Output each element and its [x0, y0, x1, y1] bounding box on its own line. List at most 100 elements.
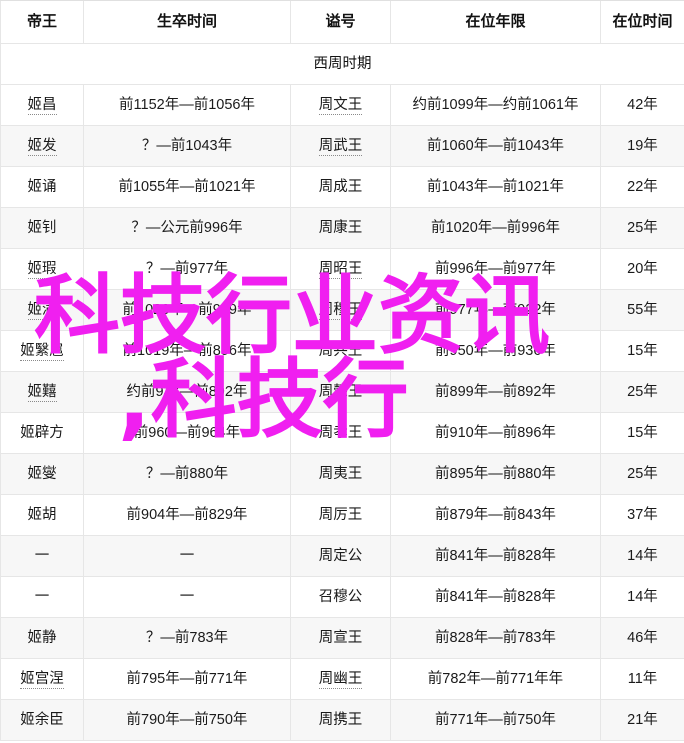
table-row: 姬胡 前904年—前829年 周厉王 前879年—前843年 37年	[0, 494, 684, 536]
cell-title: 周幽王	[290, 658, 391, 700]
cell-title: 周厉王	[290, 494, 391, 536]
table-row: 姬囏 约前937—前892年 周懿王 前899年—前892年 25年	[0, 371, 684, 413]
cell-life: 前1019年—前896年	[83, 330, 291, 372]
cell-life: 前795年—前771年	[83, 658, 291, 700]
cell-years: 37年	[600, 494, 684, 536]
cell-life: ？—前977年	[83, 248, 291, 290]
cell-life: ？—公元前996年	[83, 207, 291, 249]
table-row: 姬满 前1026年—前949年 周穆王 前977年—前922年 55年	[0, 289, 684, 331]
cell-title: 周懿王	[290, 371, 391, 413]
cell-life: 前904年—前829年	[83, 494, 291, 536]
cell-name: 姬静	[0, 617, 84, 659]
posthumous-title: 周武王	[318, 137, 363, 156]
section-label: 西周时期	[0, 43, 684, 85]
cell-title: 召穆公	[290, 576, 391, 618]
cell-name: 姬瑕	[0, 248, 84, 290]
cell-reign: 前977年—前922年	[390, 289, 601, 331]
cell-life: 前1055年—前1021年	[83, 166, 291, 208]
cell-reign: 前910年—前896年	[390, 412, 601, 454]
table-row: 姬静 ？—前783年 周宣王 前828年—前783年 46年	[0, 617, 684, 659]
cell-title: 周穆王	[290, 289, 391, 331]
table-row: 一 一 召穆公 前841年—前828年 14年	[0, 576, 684, 618]
cell-life: 约前937—前892年	[83, 371, 291, 413]
cell-life: 前790年—前750年	[83, 699, 291, 741]
table-header-row: 帝王 生卒时间 谥号 在位年限 在位时间	[0, 1, 684, 44]
cell-name: 姬宫涅	[0, 658, 84, 700]
column-header-life: 生卒时间	[83, 1, 291, 44]
cell-title: 周共王	[290, 330, 391, 372]
posthumous-title: 周穆王	[318, 301, 363, 320]
cell-years: 15年	[600, 330, 684, 372]
cell-name: 姬昌	[0, 84, 84, 126]
emperor-table-container: 帝王 生卒时间 谥号 在位年限 在位时间 西周时期 姬昌 前1152年—前105…	[0, 0, 684, 743]
cell-years: 22年	[600, 166, 684, 208]
cell-title: 周孝王	[290, 412, 391, 454]
cell-name: 姬辟方	[0, 412, 84, 454]
posthumous-title: 周幽王	[318, 670, 363, 689]
emperor-name: 姬满	[27, 301, 57, 320]
emperor-name: 姬发	[27, 137, 57, 156]
cell-years: 25年	[600, 371, 684, 413]
cell-life: ？—前880年	[83, 453, 291, 495]
cell-reign: 前841年—前828年	[390, 576, 601, 618]
cell-name: 姬钊	[0, 207, 84, 249]
cell-title: 周夷王	[290, 453, 391, 495]
cell-name: 姬发	[0, 125, 84, 167]
cell-reign: 前828年—前783年	[390, 617, 601, 659]
table-row: 姬辟方 前960—前964年 周孝王 前910年—前896年 15年	[0, 412, 684, 454]
cell-years: 11年	[600, 658, 684, 700]
cell-life: 一	[83, 535, 291, 577]
column-header-years: 在位时间	[600, 1, 684, 44]
cell-years: 14年	[600, 535, 684, 577]
cell-life: 一	[83, 576, 291, 618]
cell-name: 一	[0, 576, 84, 618]
cell-name: 姬胡	[0, 494, 84, 536]
cell-reign: 前771年—前750年	[390, 699, 601, 741]
cell-reign: 前996年—前977年	[390, 248, 601, 290]
emperor-name: 姬宫涅	[20, 670, 64, 689]
emperor-name: 姬昌	[27, 96, 57, 115]
cell-reign: 前879年—前843年	[390, 494, 601, 536]
cell-reign: 前950年—前936年	[390, 330, 601, 372]
cell-name: 姬燮	[0, 453, 84, 495]
cell-reign: 前1060年—前1043年	[390, 125, 601, 167]
cell-reign: 前841年—前828年	[390, 535, 601, 577]
cell-life: 前1026年—前949年	[83, 289, 291, 331]
cell-title: 周文王	[290, 84, 391, 126]
cell-name: 姬满	[0, 289, 84, 331]
cell-title: 周武王	[290, 125, 391, 167]
cell-title: 周康王	[290, 207, 391, 249]
posthumous-title: 周文王	[318, 96, 363, 115]
cell-reign: 前1043年—前1021年	[390, 166, 601, 208]
cell-title: 周成王	[290, 166, 391, 208]
cell-life: 前960—前964年	[83, 412, 291, 454]
emperor-name: 姬瑕	[27, 260, 57, 279]
table-row: 姬诵 前1055年—前1021年 周成王 前1043年—前1021年 22年	[0, 166, 684, 208]
table-row: 姬昌 前1152年—前1056年 周文王 约前1099年—约前1061年 42年	[0, 84, 684, 126]
table-row: 姬瑕 ？—前977年 周昭王 前996年—前977年 20年	[0, 248, 684, 290]
column-header-title: 谥号	[290, 1, 391, 44]
table-row: 姬钊 ？—公元前996年 周康王 前1020年—前996年 25年	[0, 207, 684, 249]
cell-name: 一	[0, 535, 84, 577]
cell-years: 46年	[600, 617, 684, 659]
cell-years: 25年	[600, 207, 684, 249]
table-row: 姬繄扈 前1019年—前896年 周共王 前950年—前936年 15年	[0, 330, 684, 372]
emperor-name: 姬繄扈	[20, 342, 64, 361]
cell-life: ？—前783年	[83, 617, 291, 659]
cell-life: ？—前1043年	[83, 125, 291, 167]
cell-life: 前1152年—前1056年	[83, 84, 291, 126]
cell-years: 25年	[600, 453, 684, 495]
cell-title: 周携王	[290, 699, 391, 741]
emperor-table: 帝王 生卒时间 谥号 在位年限 在位时间 西周时期 姬昌 前1152年—前105…	[0, 1, 684, 741]
emperor-name: 姬囏	[27, 383, 57, 402]
column-header-reign: 在位年限	[390, 1, 601, 44]
cell-years: 20年	[600, 248, 684, 290]
cell-reign: 前899年—前892年	[390, 371, 601, 413]
cell-reign: 前782年—前771年年	[390, 658, 601, 700]
cell-years: 42年	[600, 84, 684, 126]
cell-years: 19年	[600, 125, 684, 167]
cell-years: 14年	[600, 576, 684, 618]
cell-years: 21年	[600, 699, 684, 741]
column-header-name: 帝王	[0, 1, 84, 44]
section-header-row: 西周时期	[0, 43, 684, 85]
